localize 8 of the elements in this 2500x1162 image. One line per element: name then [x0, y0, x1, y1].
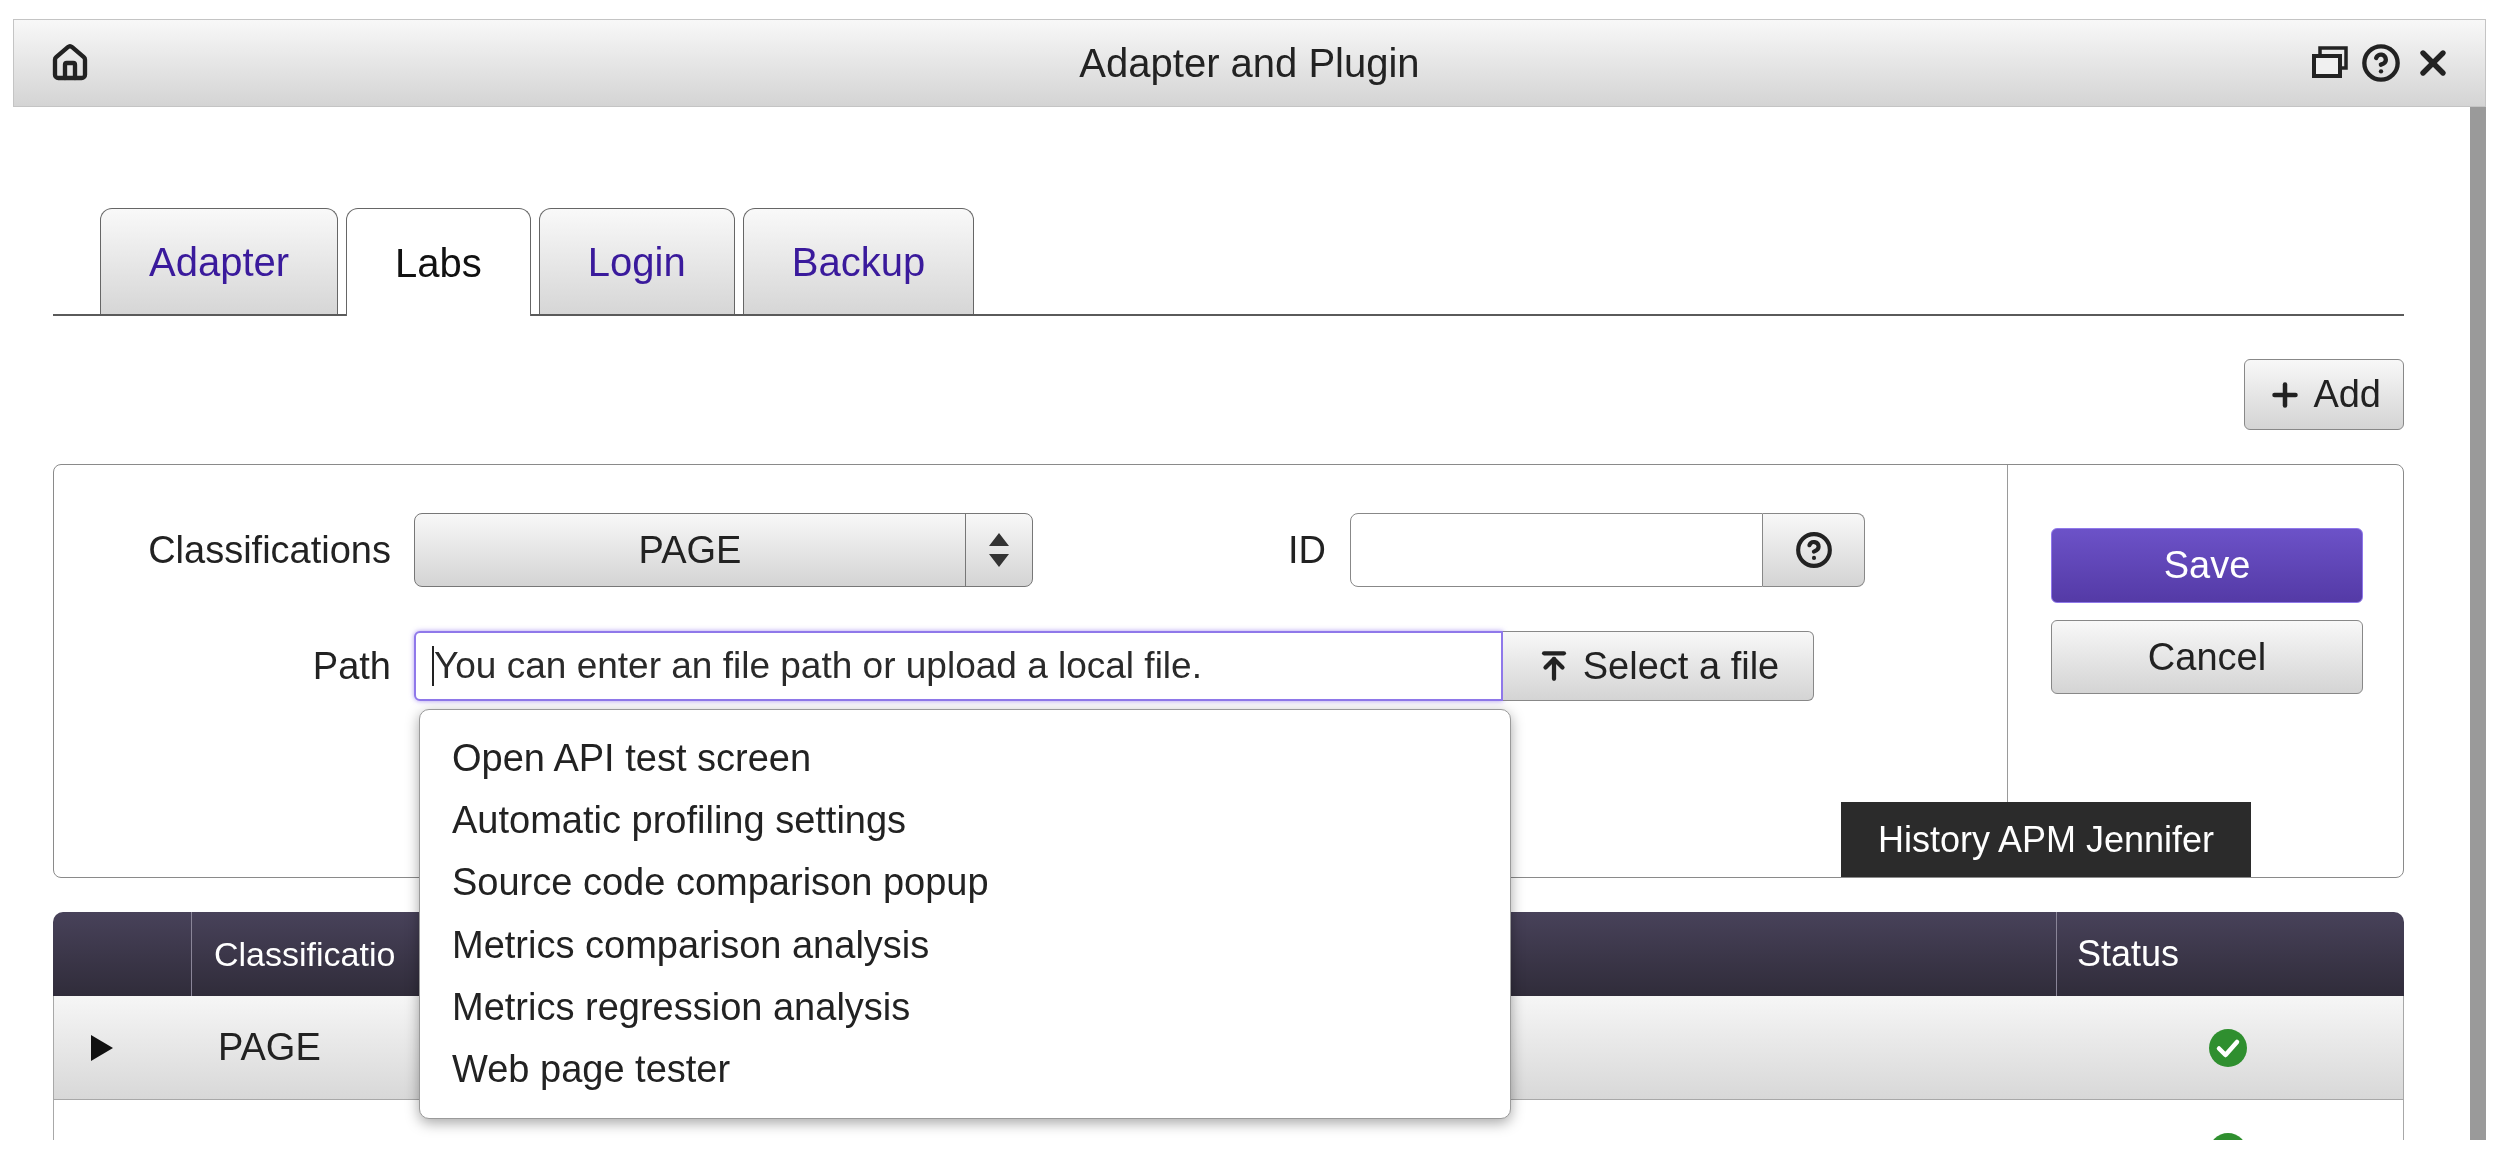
table-cell-text: PAGE: [218, 1025, 321, 1070]
field-label: Path: [311, 643, 391, 689]
window-title: Adapter and Plugin: [1079, 40, 1420, 87]
column-header: Classificatio: [214, 933, 396, 975]
column-header: Status: [2077, 932, 2180, 976]
field-label: Classifications: [147, 527, 391, 573]
field-label: ID: [1288, 527, 1326, 573]
tooltip: History APM Jennifer: [1841, 802, 2251, 877]
